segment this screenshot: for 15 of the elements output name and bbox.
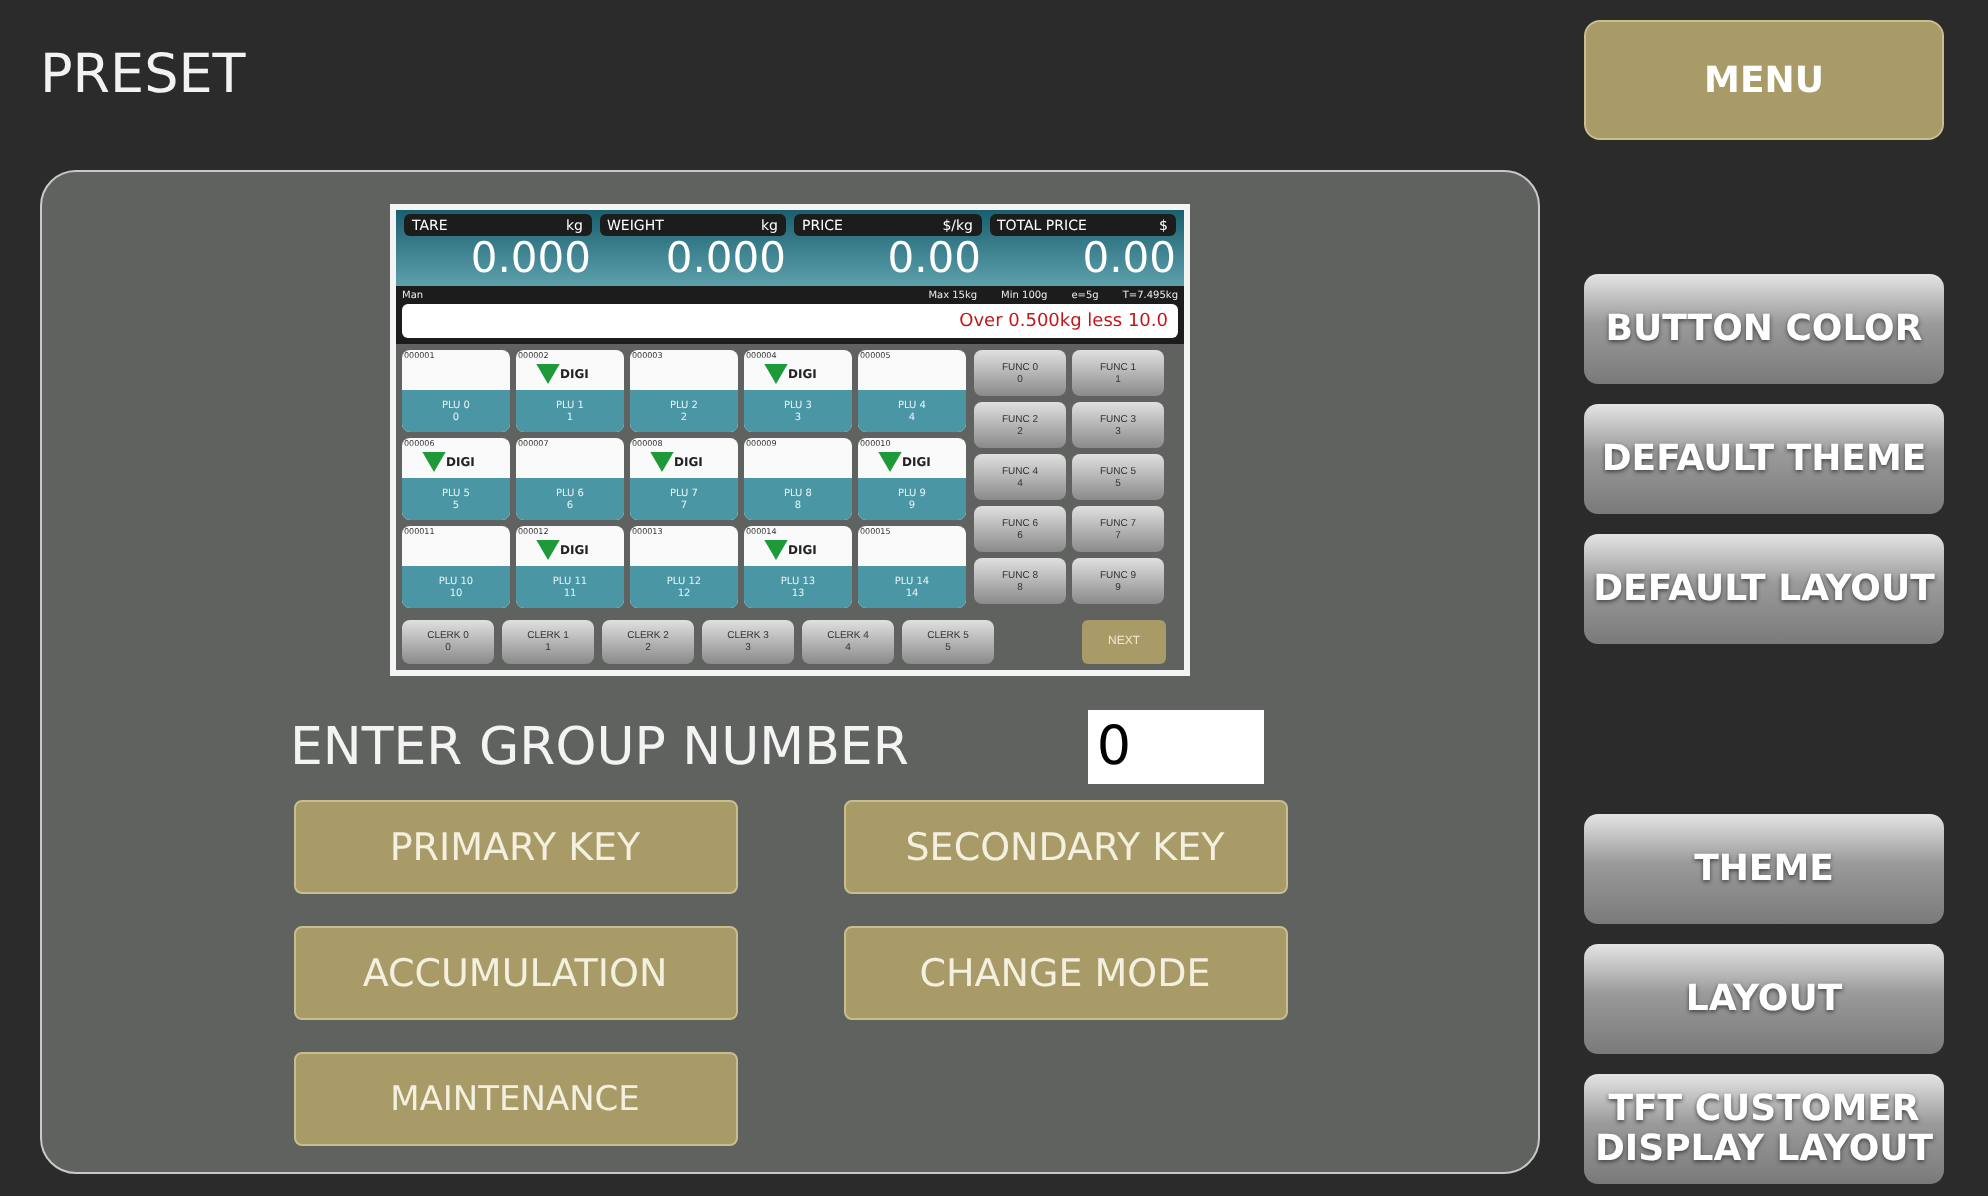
triangle-logo-icon [764, 540, 788, 560]
page-title: PRESET [40, 42, 246, 110]
group-number-field[interactable]: 0 [1088, 710, 1265, 784]
message-text: Over 0.500kg less 10.0 [402, 304, 1178, 338]
display-value: 0.000 [468, 236, 591, 280]
display-value: 0.00 [1080, 236, 1176, 280]
group-number-label: ENTER GROUP NUMBER [290, 717, 909, 777]
display-value: 0.000 [663, 236, 786, 280]
display-value: 0.00 [885, 236, 981, 280]
triangle-logo-icon [536, 364, 560, 384]
triangle-logo-icon [764, 364, 788, 384]
triangle-logo-icon [422, 452, 446, 472]
triangle-logo-icon [878, 452, 902, 472]
triangle-logo-icon [536, 540, 560, 560]
triangle-logo-icon [650, 452, 674, 472]
